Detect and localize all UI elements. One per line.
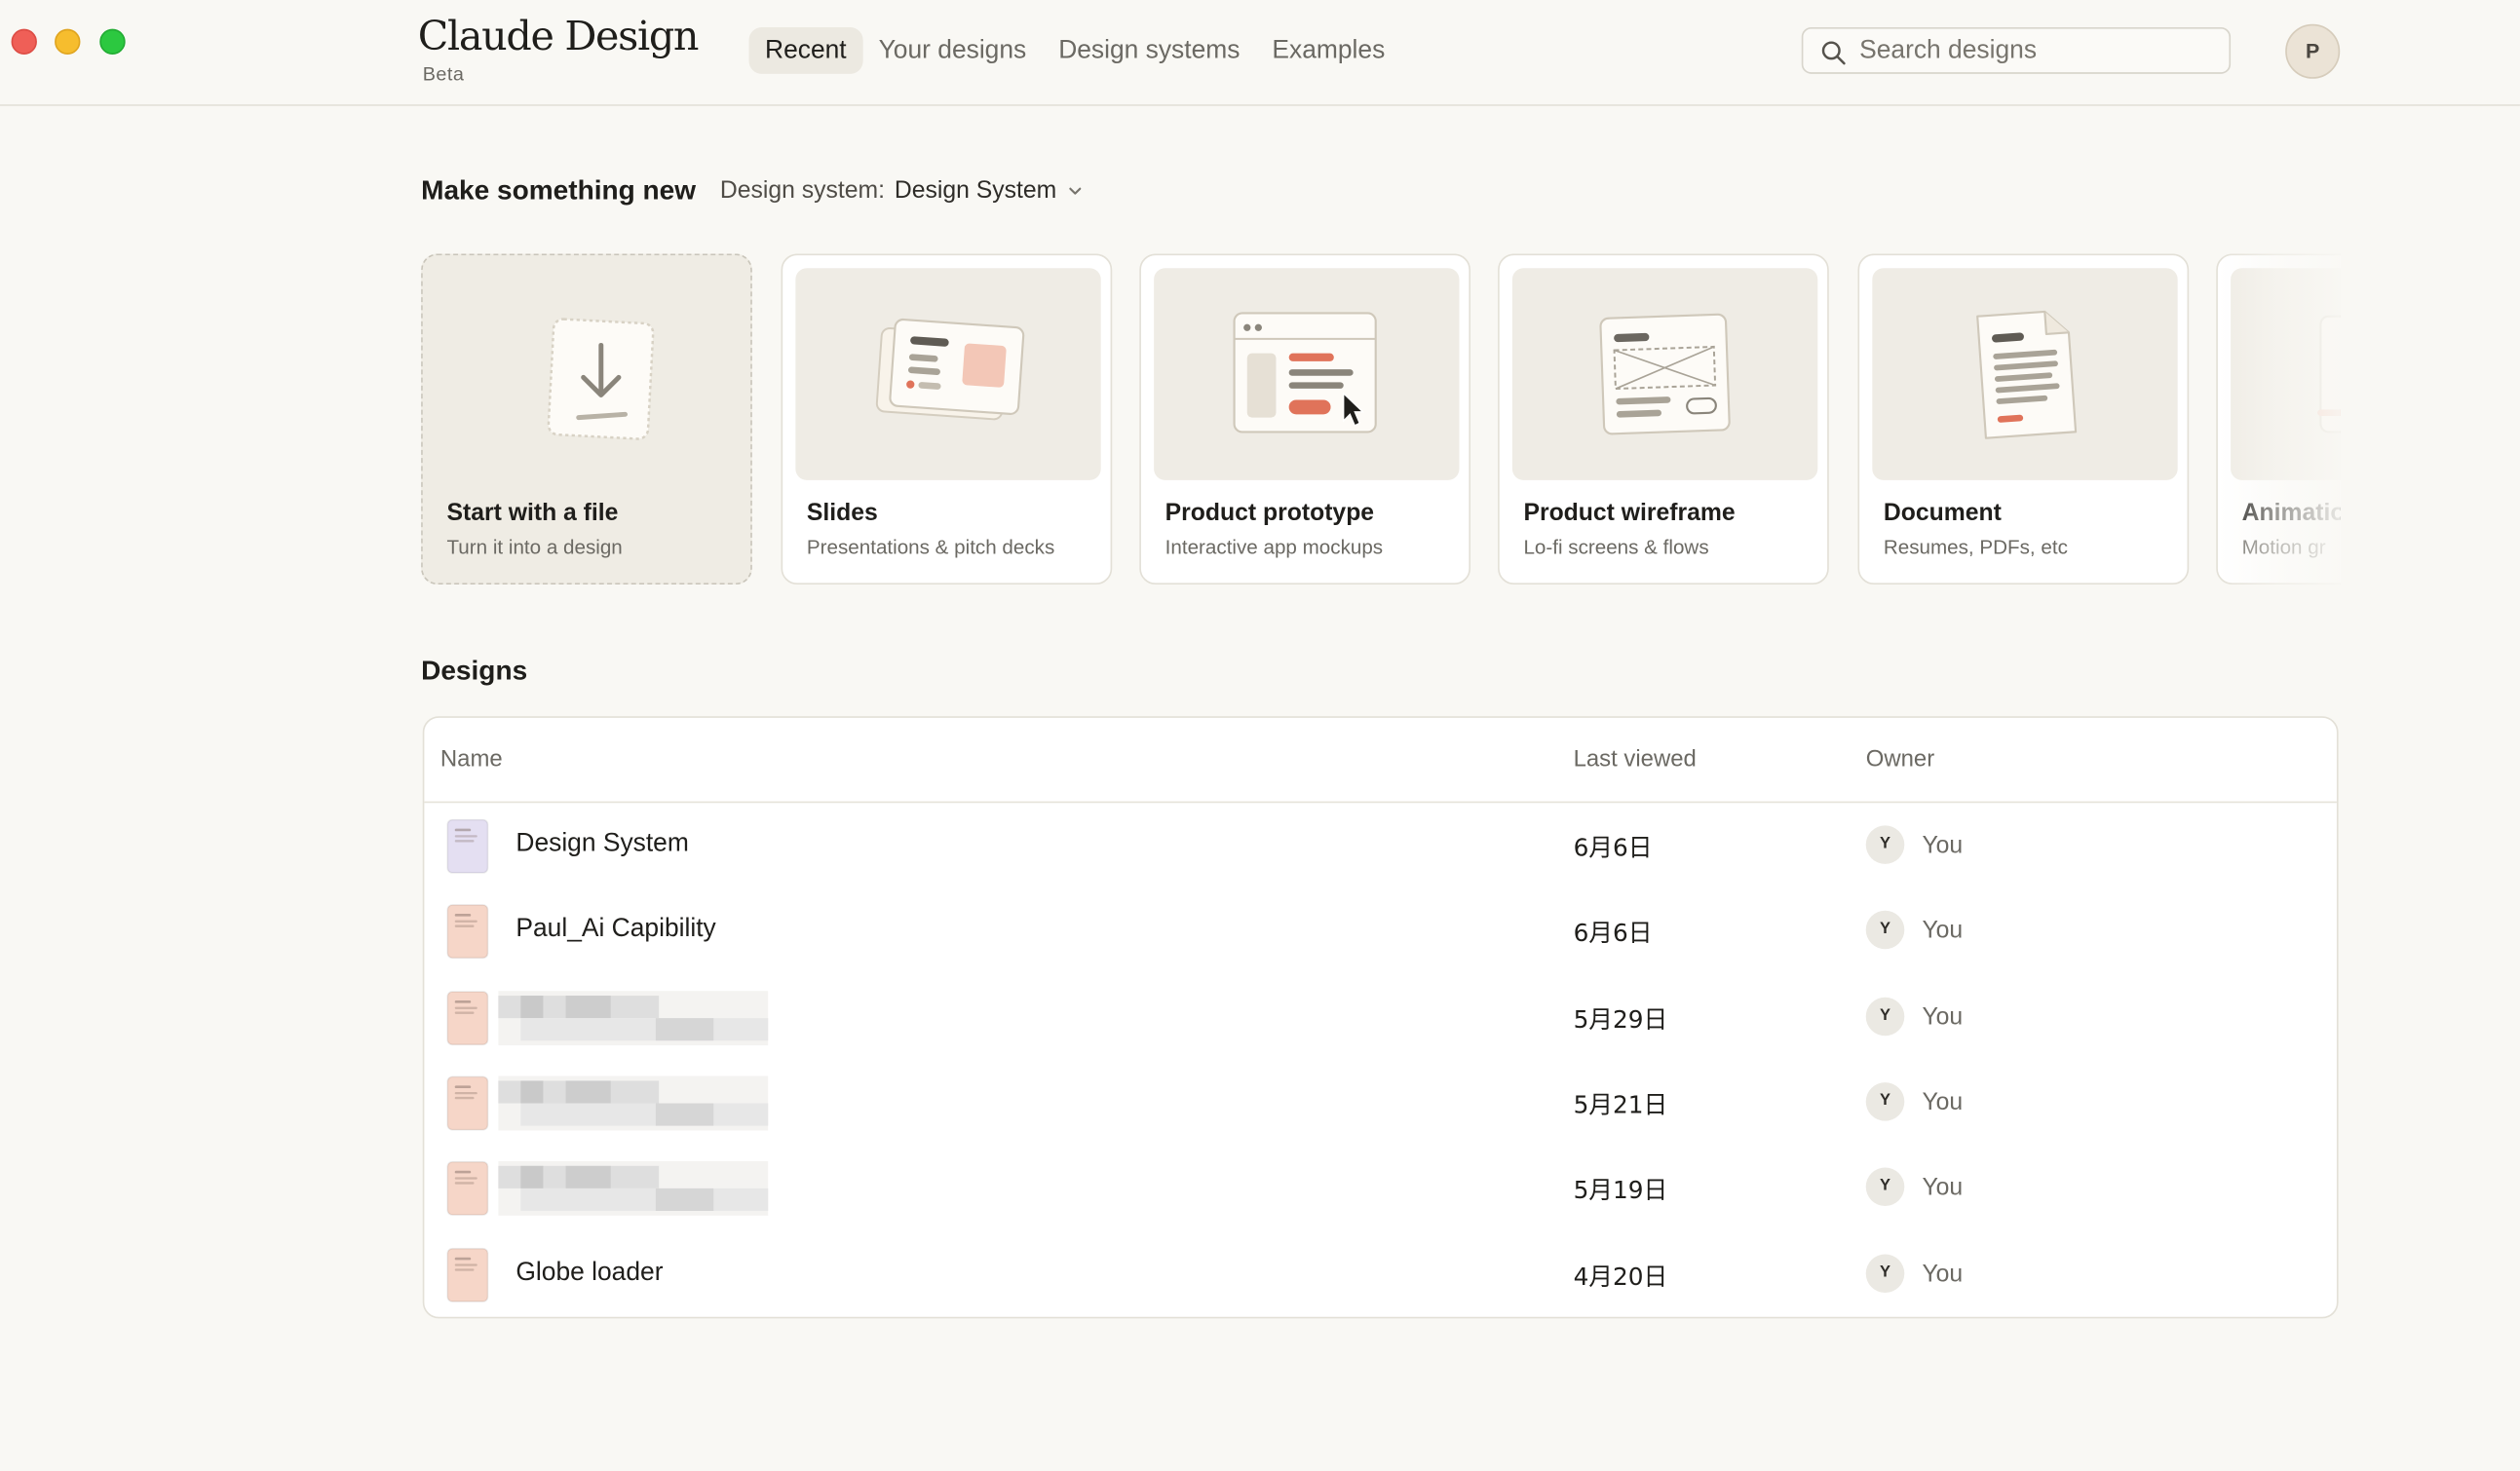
owner-name: You [1922, 1002, 1964, 1031]
prototype-illustration [1154, 268, 1460, 480]
file-icon [446, 1161, 489, 1217]
last-viewed-date: 6月6日 [1573, 919, 1653, 949]
redacted-name [498, 1161, 769, 1217]
redacted-name [498, 1075, 769, 1131]
table-row[interactable]: 5月21日 Y You [424, 1060, 2337, 1145]
card-animation[interactable]: Animatio Motion gr [2216, 253, 2341, 585]
card-subtitle: Resumes, PDFs, etc [1883, 536, 2068, 559]
last-viewed-date: 5月29日 [1573, 1004, 1668, 1034]
last-viewed-date: 4月20日 [1573, 1261, 1668, 1291]
animation-illustration [2231, 268, 2341, 480]
card-title: Start with a file [446, 499, 619, 527]
design-system-picker[interactable]: Design system: Design System [720, 176, 1086, 204]
file-icon [446, 818, 489, 874]
window-zoom-button[interactable] [99, 28, 126, 56]
file-icon [446, 904, 489, 960]
design-system-value: Design System [894, 176, 1057, 205]
user-avatar[interactable]: P [2285, 23, 2341, 79]
wireframe-illustration [1511, 268, 1818, 480]
app-logo[interactable]: Claude Design [418, 13, 700, 59]
template-carousel: Start with a file Turn it into a design [421, 253, 2341, 590]
owner-name: You [1922, 831, 1964, 859]
table-row[interactable]: Paul_Ai Capibility 6月6日 Y You [424, 888, 2337, 973]
card-subtitle: Turn it into a design [446, 536, 623, 559]
card-slides[interactable]: Slides Presentations & pitch decks [781, 253, 1113, 585]
design-system-label: Design system: [719, 176, 885, 205]
owner-name: You [1922, 1088, 1964, 1116]
design-name[interactable]: Design System [515, 830, 688, 859]
card-subtitle: Presentations & pitch decks [806, 536, 1055, 559]
card-product-prototype[interactable]: Product prototype Interactive app mockup… [1139, 253, 1471, 585]
search-box [1801, 27, 2232, 74]
window-close-button[interactable] [11, 28, 37, 56]
last-viewed-date: 5月21日 [1573, 1090, 1668, 1119]
owner-avatar: Y [1865, 825, 1905, 864]
tab-examples[interactable]: Examples [1256, 27, 1401, 74]
designs-table: Name Last viewed Owner Design System 6月6… [422, 716, 2339, 1319]
owner-name: You [1922, 1260, 1964, 1288]
search-input[interactable] [1859, 28, 2222, 73]
tab-design-systems[interactable]: Design systems [1043, 27, 1256, 74]
table-row[interactable]: Globe loader 4月20日 Y You [424, 1231, 2337, 1316]
card-title: Document [1883, 499, 2002, 527]
owner-name: You [1922, 1174, 1964, 1202]
designs-section-title: Designs [421, 655, 528, 686]
owner-avatar: Y [1865, 1081, 1905, 1121]
redacted-name [498, 990, 769, 1045]
search-icon [1821, 41, 1846, 65]
owner-avatar: Y [1865, 911, 1905, 950]
design-name[interactable]: Paul_Ai Capibility [515, 916, 715, 945]
tab-recent[interactable]: Recent [748, 27, 863, 74]
owner-avatar: Y [1865, 997, 1905, 1036]
column-header-last-viewed[interactable]: Last viewed [1574, 747, 1697, 773]
document-illustration [1872, 268, 2178, 480]
table-row[interactable]: Design System 6月6日 Y You [424, 803, 2337, 887]
card-document[interactable]: Document Resumes, PDFs, etc [1857, 253, 2190, 585]
top-bar: Claude Design Beta Recent Your designs D… [0, 0, 2520, 106]
table-row[interactable]: 5月29日 Y You [424, 974, 2337, 1059]
tab-your-designs[interactable]: Your designs [862, 27, 1043, 74]
beta-badge: Beta [422, 62, 465, 86]
card-subtitle: Motion gr [2241, 536, 2326, 559]
card-subtitle: Lo-fi screens & flows [1523, 536, 1709, 559]
card-title: Animatio [2241, 499, 2341, 527]
file-icon [446, 990, 489, 1045]
card-start-with-file[interactable]: Start with a file Turn it into a design [421, 253, 752, 585]
download-file-icon [436, 268, 741, 480]
column-header-name[interactable]: Name [440, 747, 503, 773]
owner-avatar: Y [1865, 1253, 1905, 1293]
owner-avatar: Y [1865, 1167, 1905, 1207]
create-section-title: Make something new [421, 174, 697, 207]
last-viewed-date: 5月19日 [1573, 1176, 1668, 1205]
window-minimize-button[interactable] [55, 28, 81, 56]
file-icon [446, 1075, 489, 1131]
app-window: Claude Design Beta Recent Your designs D… [0, 0, 2520, 1471]
card-title: Product wireframe [1523, 499, 1736, 527]
slides-illustration [795, 268, 1101, 480]
table-header: Name Last viewed Owner [424, 718, 2337, 804]
table-row[interactable]: 5月19日 Y You [424, 1146, 2337, 1230]
design-name[interactable]: Globe loader [515, 1259, 663, 1288]
last-viewed-date: 6月6日 [1573, 833, 1653, 863]
column-header-owner[interactable]: Owner [1866, 747, 1934, 773]
card-title: Slides [806, 499, 878, 527]
card-title: Product prototype [1165, 499, 1375, 527]
main-nav: Recent Your designs Design systems Examp… [748, 27, 1401, 74]
card-subtitle: Interactive app mockups [1165, 536, 1384, 559]
chevron-down-icon [1069, 186, 1083, 194]
card-product-wireframe[interactable]: Product wireframe Lo-fi screens & flows [1498, 253, 1829, 585]
file-icon [446, 1247, 489, 1302]
owner-name: You [1922, 917, 1964, 945]
